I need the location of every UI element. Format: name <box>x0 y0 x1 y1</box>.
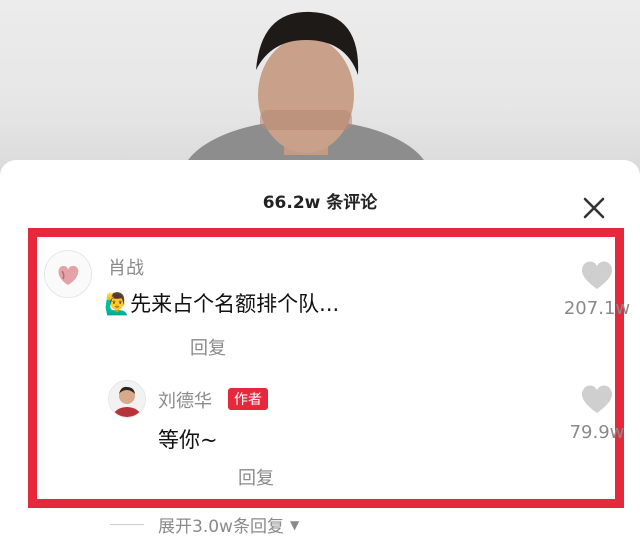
divider-line <box>110 524 144 525</box>
comment-body: 先来占个名额排个队... <box>130 292 340 316</box>
reply-like-button[interactable]: 79.9w <box>557 384 637 443</box>
raising-hand-emoji: 🙋‍♂️ <box>104 292 131 316</box>
avatar-portrait-image <box>109 381 145 417</box>
video-frame-person <box>181 11 431 175</box>
comment-sheet: 66.2w 条评论 肖战 🙋‍♂️先来占个名额排个队... 回复 207.1w <box>0 160 640 550</box>
comment-username[interactable]: 肖战 <box>108 254 144 280</box>
expand-replies-label: 展开3.0w条回复 <box>158 517 284 537</box>
reply-reply-button[interactable]: 回复 <box>238 464 274 490</box>
reply-text: 等你~ <box>158 428 218 452</box>
like-count: 207.1w <box>563 298 631 319</box>
close-icon <box>583 197 605 219</box>
heart-icon <box>581 385 613 413</box>
reply-username[interactable]: 刘德华 <box>158 387 212 413</box>
comment-count-title: 66.2w 条评论 <box>262 193 378 213</box>
comment-text: 🙋‍♂️先来占个名额排个队... <box>104 288 339 318</box>
avatar[interactable] <box>44 250 92 298</box>
video-background <box>0 0 640 175</box>
reply-like-count: 79.9w <box>569 422 625 443</box>
close-button[interactable] <box>576 190 612 226</box>
reply-button[interactable]: 回复 <box>190 334 226 360</box>
reply-avatar[interactable] <box>108 380 146 418</box>
like-button[interactable]: 207.1w <box>557 260 637 319</box>
expand-replies-button[interactable]: 展开3.0w条回复 ▼ <box>110 512 299 537</box>
caret-down-icon: ▼ <box>289 517 300 532</box>
heart-icon <box>581 261 613 289</box>
avatar-heart-image <box>45 251 91 297</box>
author-badge: 作者 <box>228 388 268 410</box>
